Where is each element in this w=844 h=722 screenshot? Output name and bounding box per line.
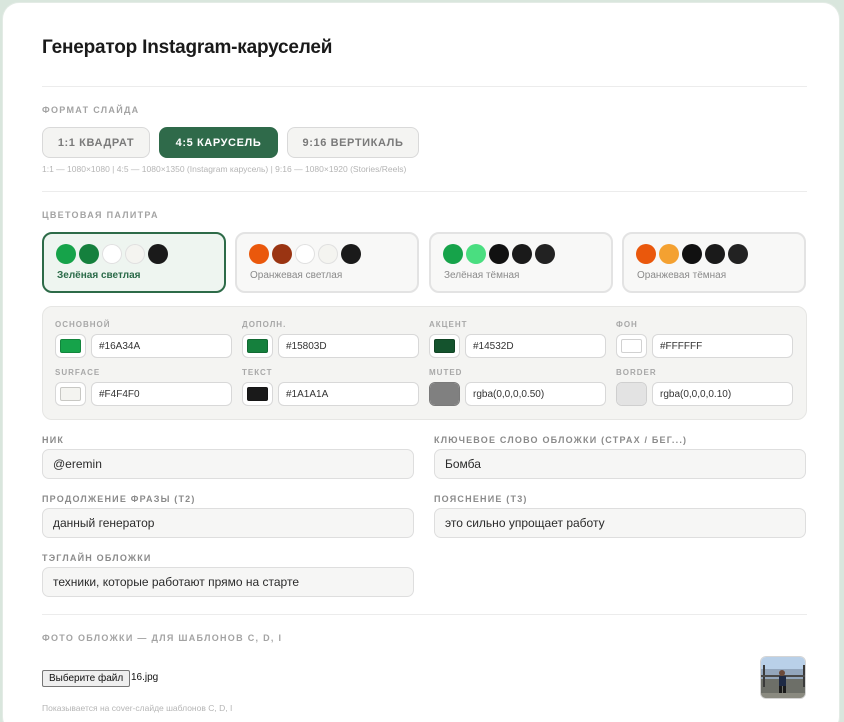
color-dot xyxy=(341,244,361,264)
color-dot xyxy=(79,244,99,264)
color-swatch xyxy=(621,339,642,353)
color-dot xyxy=(318,244,338,264)
color-input-border[interactable]: rgba(0,0,0,0.10) xyxy=(652,382,793,406)
color-swatch xyxy=(60,387,81,401)
format-section-label: ФОРМАТ СЛАЙДА xyxy=(42,105,140,115)
nick-input[interactable]: @eremin xyxy=(42,449,414,479)
color-input-primary[interactable]: #16A34A xyxy=(91,334,232,358)
color-dot xyxy=(272,244,292,264)
color-input-text[interactable]: #1A1A1A xyxy=(278,382,419,406)
color-input-surface[interactable]: #F4F4F0 xyxy=(91,382,232,406)
color-picker-secondary[interactable] xyxy=(242,334,273,358)
format-button-carousel[interactable]: 4:5 КАРУСЕЛЬ xyxy=(159,127,278,158)
color-label-accent: АКЦЕНТ xyxy=(429,320,468,329)
color-label-primary: ОСНОВНОЙ xyxy=(55,320,111,329)
continuation-input[interactable]: данный генератор xyxy=(42,508,414,538)
color-input-background[interactable]: #FFFFFF xyxy=(652,334,793,358)
preset-label: Зелёная тёмная xyxy=(444,270,520,281)
tagline-input[interactable]: техники, которые работают прямо на старт… xyxy=(42,567,414,597)
color-dot xyxy=(705,244,725,264)
preset-green-light[interactable]: Зелёная светлая xyxy=(42,232,226,293)
color-dot xyxy=(56,244,76,264)
color-label-secondary: ДОПОЛН. xyxy=(242,320,287,329)
file-name: 16.jpg xyxy=(131,672,159,683)
cover-keyword-input[interactable]: Бомба xyxy=(434,449,806,479)
photo-section-label: ФОТО ОБЛОЖКИ — ДЛЯ ШАБЛОНОВ C, D, I xyxy=(42,633,283,643)
color-picker-border[interactable] xyxy=(616,382,647,406)
palette-section-label: ЦВЕТОВАЯ ПАЛИТРА xyxy=(42,210,159,220)
cover-keyword-label: КЛЮЧЕВОЕ СЛОВО ОБЛОЖКИ (СТРАХ / БЕГ...) xyxy=(434,435,688,445)
color-dot xyxy=(535,244,555,264)
color-dot xyxy=(125,244,145,264)
preset-label: Оранжевая тёмная xyxy=(637,270,727,281)
color-dot xyxy=(249,244,269,264)
color-swatch xyxy=(617,383,646,405)
color-dot xyxy=(295,244,315,264)
cover-photo-thumbnail xyxy=(760,656,806,699)
preset-orange-light[interactable]: Оранжевая светлая xyxy=(235,232,419,293)
color-picker-accent[interactable] xyxy=(429,334,460,358)
color-swatch xyxy=(430,383,459,405)
color-dot xyxy=(682,244,702,264)
preset-color-dots xyxy=(636,244,748,264)
color-dot xyxy=(512,244,532,264)
format-button-square[interactable]: 1:1 КВАДРАТ xyxy=(42,127,150,158)
format-hint: 1:1 — 1080×1080 | 4:5 — 1080×1350 (Insta… xyxy=(42,164,407,174)
explanation-input[interactable]: это сильно упрощает работу xyxy=(434,508,806,538)
color-dot xyxy=(636,244,656,264)
photo-hint: Показывается на cover-слайде шаблонов C,… xyxy=(42,703,233,713)
preset-label: Оранжевая светлая xyxy=(250,270,343,281)
color-label-surface: SURFACE xyxy=(55,368,101,377)
divider xyxy=(42,614,807,615)
divider xyxy=(42,86,807,87)
color-picker-text[interactable] xyxy=(242,382,273,406)
color-label-background: ФОН xyxy=(616,320,638,329)
preset-label: Зелёная светлая xyxy=(57,270,141,281)
color-input-accent[interactable]: #14532D xyxy=(465,334,606,358)
preset-color-dots xyxy=(443,244,555,264)
color-input-muted[interactable]: rgba(0,0,0,0.50) xyxy=(465,382,606,406)
continuation-label: ПРОДОЛЖЕНИЕ ФРАЗЫ (Т2) xyxy=(42,494,196,504)
color-swatch xyxy=(247,339,268,353)
nick-label: НИК xyxy=(42,435,65,445)
color-dot xyxy=(102,244,122,264)
color-dot xyxy=(148,244,168,264)
color-swatch xyxy=(247,387,268,401)
color-dot xyxy=(466,244,486,264)
preset-color-dots xyxy=(56,244,168,264)
color-swatch xyxy=(434,339,455,353)
color-picker-surface[interactable] xyxy=(55,382,86,406)
explanation-label: ПОЯСНЕНИЕ (Т3) xyxy=(434,494,528,504)
divider xyxy=(42,191,807,192)
color-picker-muted[interactable] xyxy=(429,382,460,406)
format-button-vertical[interactable]: 9:16 ВЕРТИКАЛЬ xyxy=(287,127,419,158)
preset-color-dots xyxy=(249,244,361,264)
color-input-secondary[interactable]: #15803D xyxy=(278,334,419,358)
generator-card: Генератор Instagram-каруселей ФОРМАТ СЛА… xyxy=(3,3,839,722)
preset-orange-dark[interactable]: Оранжевая тёмная xyxy=(622,232,806,293)
color-picker-background[interactable] xyxy=(616,334,647,358)
preset-green-dark[interactable]: Зелёная тёмная xyxy=(429,232,613,293)
photo-image xyxy=(761,657,805,698)
color-dot xyxy=(659,244,679,264)
color-label-text: ТЕКСТ xyxy=(242,368,273,377)
color-label-muted: MUTED xyxy=(429,368,463,377)
color-dot xyxy=(443,244,463,264)
color-swatch xyxy=(60,339,81,353)
page-title: Генератор Instagram-каруселей xyxy=(42,37,333,58)
color-label-border: BORDER xyxy=(616,368,657,377)
color-dot xyxy=(489,244,509,264)
tagline-label: ТЭГЛАЙН ОБЛОЖКИ xyxy=(42,553,152,563)
color-dot xyxy=(728,244,748,264)
custom-colors-panel: ОСНОВНОЙ #16A34A ДОПОЛН. #15803D АКЦЕНТ … xyxy=(42,306,807,420)
choose-file-button[interactable]: Выберите файл xyxy=(42,670,131,687)
color-picker-primary[interactable] xyxy=(55,334,86,358)
